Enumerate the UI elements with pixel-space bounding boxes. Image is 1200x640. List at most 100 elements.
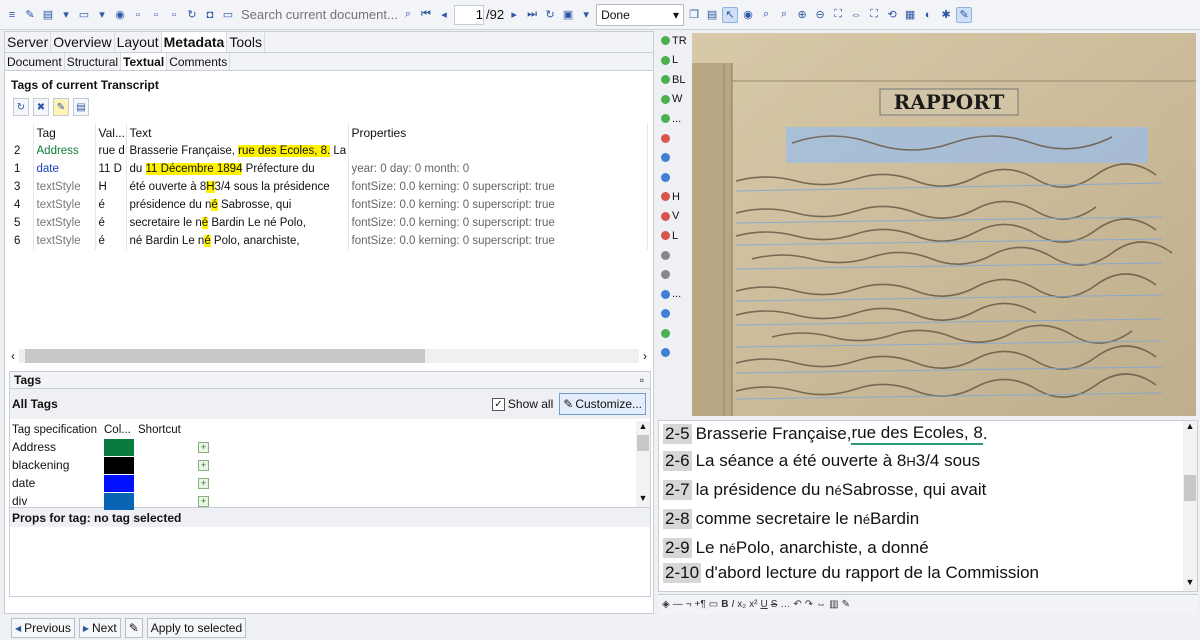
camera-icon[interactable]: ◘ — [202, 7, 218, 23]
subtab-structural[interactable]: Structural — [65, 53, 122, 70]
table-row[interactable]: 6 textStyle é né Bardin Le né Polo, anar… — [11, 232, 648, 250]
scroll-up-icon[interactable]: ▲ — [1183, 421, 1197, 435]
maximize-icon[interactable]: ▫ — [640, 373, 644, 387]
underline-icon[interactable]: U — [760, 599, 767, 610]
pencil-icon[interactable]: ✎ — [22, 7, 38, 23]
transcript-line[interactable]: 2-9 Le n é Polo, anarchiste, a donné — [663, 538, 929, 558]
refresh-icon[interactable]: ↻ — [184, 7, 200, 23]
save-icon[interactable]: ▭ — [76, 7, 92, 23]
show-all-checkbox[interactable]: ✓ Show all — [491, 397, 553, 411]
transcript-line[interactable]: 2-7 la présidence du n é Sabrosse, qui a… — [663, 480, 986, 500]
page-number-input[interactable] — [454, 4, 484, 25]
folder-icon[interactable]: ▫ — [130, 7, 146, 23]
menu-icon[interactable]: ≡ — [4, 7, 20, 23]
layers-icon[interactable]: ▦ — [902, 7, 918, 23]
remove-point-tool[interactable] — [657, 168, 691, 188]
document-image-view[interactable]: RAPPORT — [692, 33, 1196, 416]
table-row[interactable]: 5 textStyle é secretaire le né Bardin Le… — [11, 214, 648, 232]
add-more-tool[interactable]: ... — [657, 109, 691, 129]
scroll-up-icon[interactable]: ▲ — [636, 421, 650, 435]
tag-edit-icon[interactable]: ✎ — [956, 6, 973, 23]
table-row[interactable]: 2 Address rue d Brasserie Française, rue… — [11, 142, 648, 160]
transcript-line[interactable]: 2-5 Brasserie Française, rue des Ecoles,… — [663, 423, 988, 445]
redo-icon[interactable]: ↷ — [805, 599, 813, 610]
dash-icon[interactable]: — — [673, 599, 683, 610]
customize-button[interactable]: ✎ Customize... — [559, 393, 646, 415]
prev-page-icon[interactable]: ◂ — [436, 7, 452, 23]
folder-new-icon[interactable]: ▫ — [166, 7, 182, 23]
add-baseline-tool[interactable]: BL — [657, 70, 691, 90]
scroll-left-icon[interactable]: ‹ — [11, 349, 15, 363]
not-sign-icon[interactable]: ¬ — [686, 599, 692, 610]
pilcrow-icon[interactable]: +¶ — [695, 599, 706, 610]
edit-pencil-tool[interactable] — [657, 304, 691, 324]
open-document-icon[interactable]: ▤ — [40, 7, 56, 23]
transcript-line[interactable]: 2-8 comme secretaire le n é Bardin — [663, 509, 919, 529]
column-header-tag-spec[interactable]: Tag specification — [10, 421, 102, 438]
search-input[interactable] — [238, 4, 398, 25]
zoom-out-icon[interactable]: ⊖ — [812, 7, 828, 23]
column-header-text[interactable]: Text — [126, 124, 349, 142]
view-icon[interactable]: ◉ — [740, 7, 756, 23]
column-header-color[interactable]: Col... — [102, 421, 136, 438]
subtab-textual[interactable]: Textual — [121, 53, 168, 70]
select-rectangle-tool[interactable] — [657, 265, 691, 285]
add-text-region-tool[interactable]: TR — [657, 31, 691, 51]
transcript-editor[interactable]: 2-5 Brasserie Française, rue des Ecoles,… — [658, 420, 1198, 592]
tab-server[interactable]: Server — [5, 32, 52, 52]
merge-tool[interactable] — [657, 246, 691, 266]
next-page-icon[interactable]: ▸ — [506, 7, 522, 23]
split-vertical-tool[interactable]: V — [657, 207, 691, 227]
dropdown-arrow-icon[interactable]: ▾ — [94, 7, 110, 23]
add-tag-icon[interactable]: + — [198, 496, 209, 508]
add-tag-icon[interactable]: + — [198, 460, 209, 472]
scroll-thumb[interactable] — [637, 435, 649, 451]
tag-pencil-icon[interactable]: ✎ — [53, 98, 69, 116]
edit-more-tool[interactable]: ... — [657, 285, 691, 305]
column-header-tag[interactable]: Tag — [33, 124, 96, 142]
italic-icon[interactable]: I — [731, 599, 734, 610]
rotate-icon[interactable]: ⟲ — [884, 7, 900, 23]
undo-icon[interactable]: ↶ — [793, 599, 801, 610]
fit-width-icon[interactable]: ⇔ — [848, 7, 864, 23]
add-tag-icon[interactable]: + — [198, 442, 209, 454]
subtab-document[interactable]: Document — [5, 53, 65, 70]
dropdown-arrow-icon[interactable]: ▾ — [58, 7, 74, 23]
arrows-icon[interactable]: ⇔ — [816, 599, 826, 610]
column-header-value[interactable]: Val... — [95, 124, 127, 142]
tag-icon[interactable]: ◈ — [662, 599, 670, 610]
transcript-line[interactable]: 2-10 d'abord lecture du rapport de la Co… — [663, 563, 1039, 583]
table-row[interactable]: 4 textStyle é présidence du né Sabrosse,… — [11, 196, 648, 214]
settings-icon[interactable]: ✱ — [938, 7, 954, 23]
spec-row[interactable]: Address + — [10, 438, 632, 456]
last-page-icon[interactable]: ⏭ — [524, 7, 540, 23]
spec-vertical-scrollbar[interactable]: ▲ ▼ — [636, 421, 650, 507]
refresh-icon[interactable]: ↻ — [13, 98, 29, 116]
table-horizontal-scrollbar[interactable]: ‹ › — [11, 348, 647, 364]
table-row[interactable]: 1 date 11 D du 11 Décembre 1894 Préfectu… — [11, 160, 648, 178]
spec-row[interactable]: div + — [10, 492, 632, 510]
tab-overview[interactable]: Overview — [51, 32, 115, 52]
scroll-thumb[interactable] — [1184, 475, 1196, 501]
add-word-tool[interactable]: W — [657, 90, 691, 110]
table-row[interactable]: 3 textStyle H été ouverte à 8H3/4 sous l… — [11, 178, 648, 196]
undo-tool[interactable] — [657, 324, 691, 344]
scroll-track[interactable] — [19, 349, 639, 363]
split-line-tool[interactable]: L — [657, 226, 691, 246]
apply-to-selected-button[interactable]: Apply to selected — [146, 618, 247, 638]
zoom-fit-icon[interactable]: ⌕ — [758, 7, 774, 23]
copy-icon[interactable]: ❐ — [686, 7, 702, 23]
scroll-down-icon[interactable]: ▼ — [1183, 577, 1197, 591]
subtab-comments[interactable]: Comments — [167, 53, 231, 70]
reload-icon[interactable]: ↻ — [542, 7, 558, 23]
more-icon[interactable]: … — [780, 599, 790, 610]
remove-shape-tool[interactable] — [657, 129, 691, 149]
keyboard-icon[interactable]: ▭ — [220, 7, 236, 23]
zoom-in-icon[interactable]: ⊕ — [794, 7, 810, 23]
superscript-icon[interactable]: x² — [749, 599, 757, 610]
previous-button[interactable]: ◀ Previous — [11, 618, 75, 638]
export-icon[interactable]: ▤ — [73, 98, 89, 116]
next-button[interactable]: ▶ Next — [78, 618, 121, 638]
column-header-properties[interactable]: Properties — [348, 124, 648, 142]
fit-height-icon[interactable]: ⛶ — [866, 7, 882, 23]
